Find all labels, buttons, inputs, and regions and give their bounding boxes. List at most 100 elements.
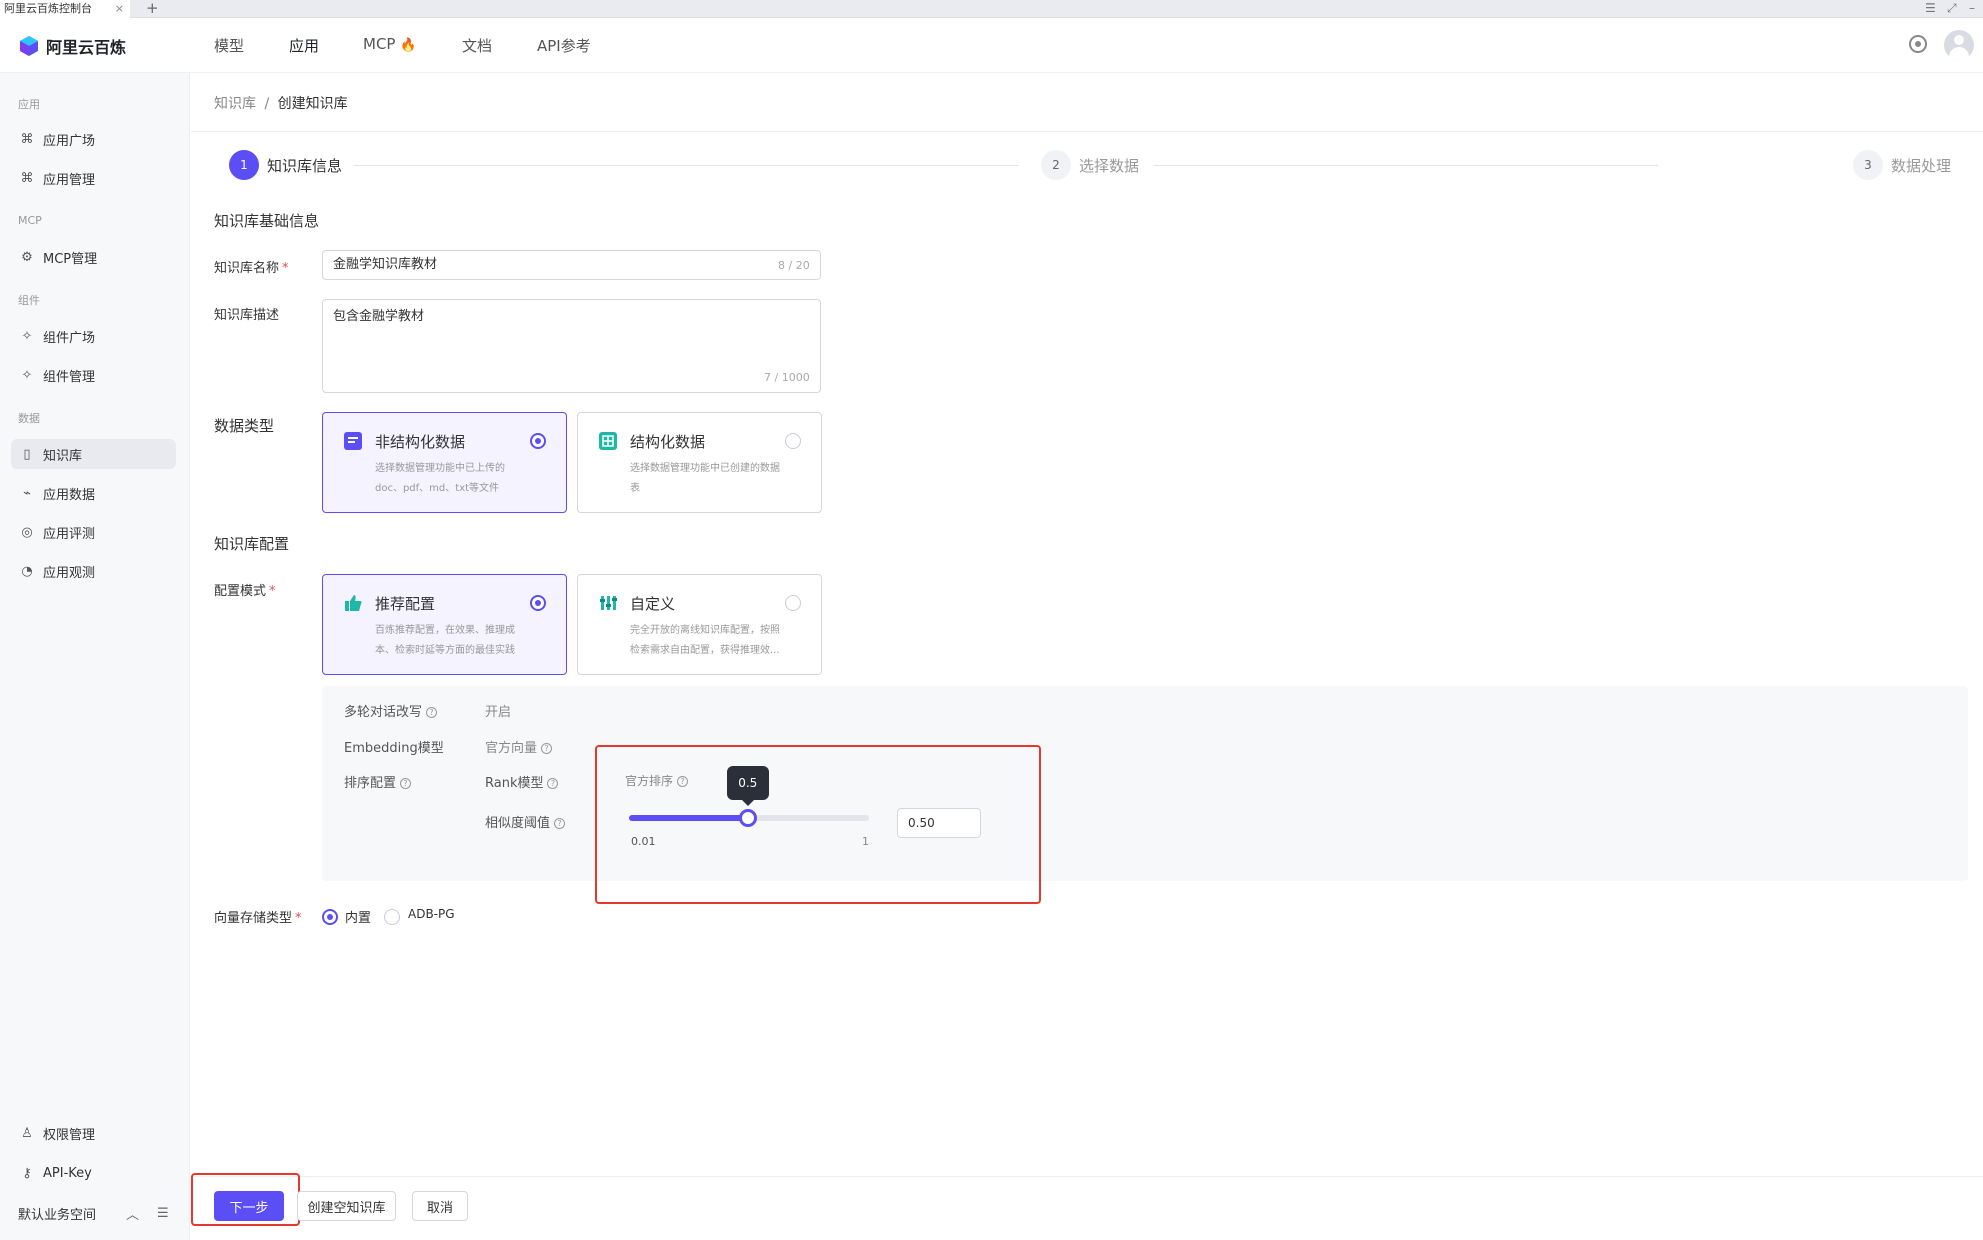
- help-icon[interactable]: ?: [400, 778, 412, 789]
- minimize-icon[interactable]: –: [1969, 0, 1975, 16]
- rank-model-label: Rank模型?: [485, 772, 559, 791]
- workspace-switcher[interactable]: 默认业务空间 ︿ ☰: [11, 1198, 176, 1228]
- chevron-up-icon[interactable]: ︿: [126, 1204, 139, 1223]
- radio-builtin-label[interactable]: 内置: [345, 907, 371, 926]
- menu-icon[interactable]: ☰: [1925, 0, 1936, 16]
- nav-mcp[interactable]: MCP 🔥: [363, 35, 416, 53]
- sidebar-item-app-eval[interactable]: ◎ 应用评测: [11, 517, 176, 547]
- sidebar-item-comp-manage[interactable]: ✧ 组件管理: [11, 360, 176, 390]
- highlight-box: [191, 1173, 300, 1226]
- help-icon[interactable]: ?: [426, 707, 438, 718]
- mode-custom-card[interactable]: 自定义 完全开放的离线知识库配置，按照检索需求自由配置，获得推理效...: [577, 574, 822, 675]
- card-title: 非结构化数据: [375, 433, 466, 451]
- sidebar: 应用 ⌘ 应用广场 ⌘ 应用管理 MCP ⚙ MCP管理 组件 ✧ 组件广场 ✧…: [0, 73, 190, 1240]
- browser-tab-title: 阿里云百炼控制台: [4, 2, 92, 15]
- main-content: 知识库 / 创建知识库 1 知识库信息 2 选择数据 3 数据处理 知识库基础信…: [191, 73, 1983, 1240]
- sidebar-item-permissions[interactable]: ♙ 权限管理: [11, 1118, 176, 1148]
- step-number: 1: [229, 150, 259, 180]
- desc-textarea[interactable]: 包含金融学教材: [322, 299, 821, 393]
- radio-structured[interactable]: [785, 433, 801, 449]
- logo[interactable]: 阿里云百炼: [18, 34, 126, 58]
- step-number: 3: [1853, 150, 1883, 180]
- section-title-config: 知识库配置: [214, 535, 290, 553]
- required-mark: *: [269, 584, 276, 599]
- help-icon[interactable]: ?: [541, 743, 553, 754]
- vector-store-label: 向量存储类型 *: [214, 907, 302, 926]
- grid-icon: ⌘: [20, 131, 34, 147]
- section-title-basic: 知识库基础信息: [214, 212, 320, 230]
- sidebar-item-label: 知识库: [43, 448, 83, 464]
- table-icon: [599, 432, 617, 450]
- mode-recommended-card[interactable]: 推荐配置 百炼推荐配置，在效果、推理成本、检索时延等方面的最佳实践: [322, 574, 567, 675]
- step-2: 2 选择数据: [1041, 150, 1139, 180]
- sidebar-item-knowledge[interactable]: ▯ 知识库: [11, 439, 176, 469]
- nav-model[interactable]: 模型: [214, 35, 244, 56]
- nav-docs[interactable]: 文档: [462, 35, 492, 56]
- sidebar-item-app-plaza[interactable]: ⌘ 应用广场: [11, 124, 176, 154]
- sidebar-item-label: 应用数据: [43, 487, 96, 503]
- desc-textarea-value: 包含金融学教材: [333, 309, 425, 324]
- help-icon[interactable]: ?: [547, 778, 559, 789]
- sidebar-item-app-data[interactable]: ⌁ 应用数据: [11, 478, 176, 508]
- radio-adbpg[interactable]: [384, 909, 400, 925]
- multi-turn-value: 开启: [485, 705, 512, 720]
- card-desc: 选择数据管理功能中已创建的数据表: [630, 463, 780, 494]
- cancel-button[interactable]: 取消: [412, 1191, 468, 1221]
- sidebar-item-label: 权限管理: [43, 1127, 96, 1143]
- user-icon: ♙: [21, 1125, 33, 1141]
- radio-builtin[interactable]: [322, 909, 338, 925]
- name-counter: 8 / 20: [778, 259, 810, 272]
- name-input[interactable]: 金融学知识库教材: [322, 250, 821, 280]
- menu-icon[interactable]: ☰: [157, 1206, 169, 1221]
- config-details-panel: 多轮对话改写? 开启 Embedding模型 官方向量? 排序配置? Rank模…: [322, 686, 1968, 881]
- nav-api-ref[interactable]: API参考: [537, 35, 591, 56]
- expand-icon[interactable]: ⤢: [1947, 0, 1957, 16]
- breadcrumb-root[interactable]: 知识库: [214, 96, 256, 112]
- sidebar-item-app-manage[interactable]: ⌘ 应用管理: [11, 163, 176, 193]
- breadcrumb-current: 创建知识库: [277, 96, 348, 112]
- browser-tab-bar: 阿里云百炼控制台 × + ☰ ⤢ –: [0, 0, 1983, 18]
- sidebar-item-app-observe[interactable]: ◔ 应用观测: [11, 556, 176, 586]
- sidebar-group-mcp: MCP: [18, 214, 42, 227]
- name-label-text: 知识库名称: [214, 261, 280, 276]
- book-icon: ▯: [23, 446, 31, 462]
- data-type-unstructured-card[interactable]: 非结构化数据 选择数据管理功能中已上传的doc、pdf、md、txt等文件: [322, 412, 567, 513]
- sidebar-group-app: 应用: [18, 98, 40, 111]
- plugin-icon: ⚙: [21, 249, 33, 265]
- card-desc: 百炼推荐配置，在效果、推理成本、检索时延等方面的最佳实践: [375, 625, 515, 656]
- multi-turn-label: 多轮对话改写?: [344, 701, 438, 720]
- sidebar-item-mcp-manage[interactable]: ⚙ MCP管理: [11, 242, 176, 272]
- footer-divider: [191, 1176, 1983, 1177]
- flame-icon: 🔥: [400, 38, 417, 53]
- sidebar-item-label: 组件管理: [43, 369, 96, 385]
- step-1: 1 知识库信息: [229, 150, 342, 180]
- rank-model-label-text: Rank模型: [485, 776, 544, 791]
- radio-adbpg-label[interactable]: ADB-PG: [408, 907, 455, 921]
- grid-icon: ⌘: [20, 170, 34, 186]
- radio-unstructured[interactable]: [530, 433, 546, 449]
- sidebar-item-label: MCP管理: [43, 251, 98, 267]
- sidebar-item-api-key[interactable]: ⚷ API-Key: [11, 1158, 176, 1188]
- close-icon[interactable]: ×: [115, 0, 124, 17]
- nav-app[interactable]: 应用: [289, 35, 319, 56]
- avatar[interactable]: [1944, 30, 1974, 60]
- sliders-icon: [600, 596, 617, 610]
- sidebar-item-label: 应用观测: [43, 565, 96, 581]
- sidebar-item-label: 应用管理: [43, 172, 96, 188]
- browser-tab[interactable]: 阿里云百炼控制台 ×: [0, 0, 130, 18]
- new-tab-icon[interactable]: +: [146, 0, 159, 17]
- help-icon[interactable]: ?: [554, 818, 566, 829]
- data-type-structured-card[interactable]: 结构化数据 选择数据管理功能中已创建的数据表: [577, 412, 822, 513]
- chart-icon: ⌁: [23, 485, 31, 501]
- threshold-label: 相似度阈值?: [485, 812, 566, 831]
- gear-icon[interactable]: [1909, 35, 1927, 53]
- pie-icon: ◔: [21, 563, 33, 579]
- required-mark: *: [295, 911, 302, 926]
- radio-custom[interactable]: [785, 595, 801, 611]
- sidebar-item-label: API-Key: [43, 1165, 92, 1181]
- step-number: 2: [1041, 150, 1071, 180]
- create-empty-button[interactable]: 创建空知识库: [297, 1191, 396, 1221]
- radio-recommended[interactable]: [530, 595, 546, 611]
- sidebar-item-comp-plaza[interactable]: ✧ 组件广场: [11, 321, 176, 351]
- top-navigation: 阿里云百炼 模型 应用 MCP 🔥 文档 API参考: [0, 18, 1983, 73]
